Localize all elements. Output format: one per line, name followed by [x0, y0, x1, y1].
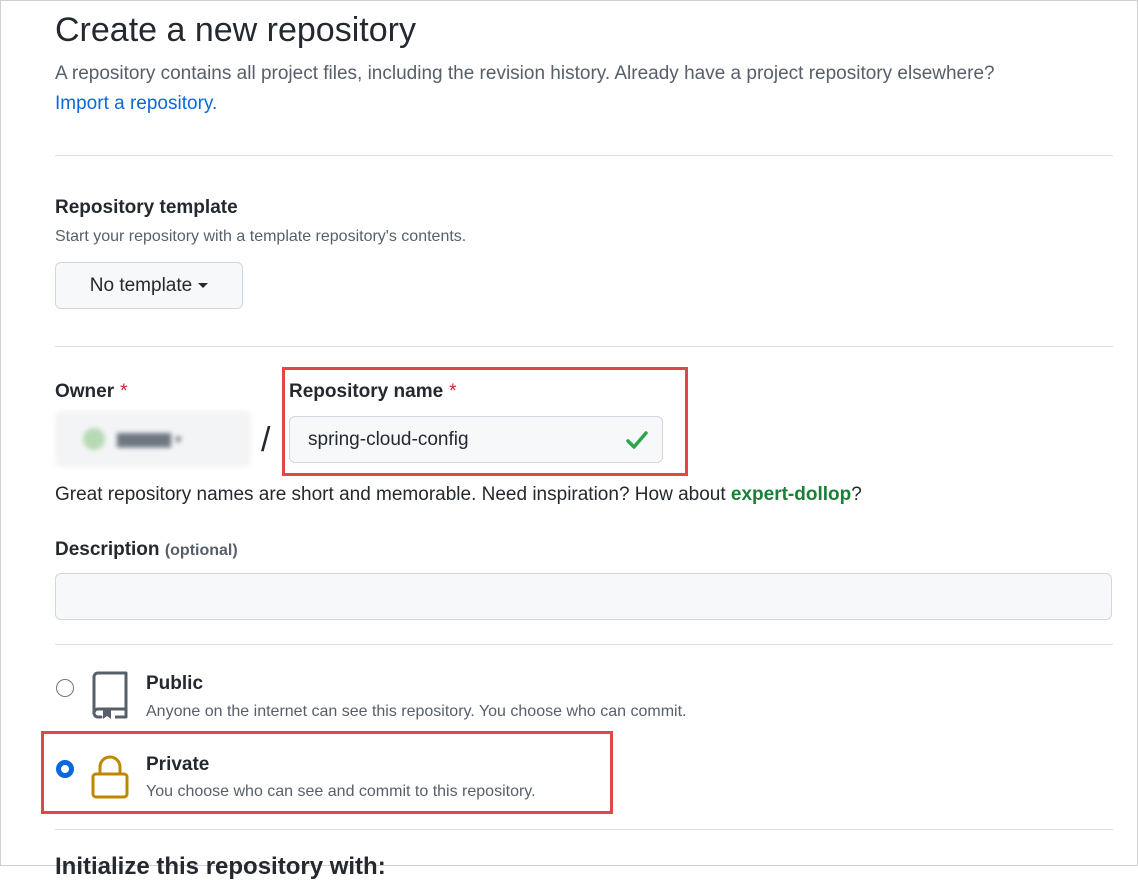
divider [55, 155, 1113, 156]
repo-book-icon [92, 671, 128, 719]
hint-end: ? [851, 484, 862, 505]
required-mark: * [449, 381, 457, 402]
description-input[interactable] [55, 573, 1112, 620]
private-label: Private [146, 754, 210, 775]
hint-text: Great repository names are short and mem… [55, 484, 731, 505]
public-radio[interactable] [56, 679, 74, 697]
description-label: Description (optional) [55, 539, 238, 561]
template-button-label: No template [89, 274, 193, 296]
required-mark: * [120, 381, 128, 402]
repo-name-input[interactable]: spring-cloud-config [289, 416, 663, 463]
public-note: Anyone on the internet can see this repo… [146, 703, 687, 720]
owner-repo-separator: / [261, 421, 271, 459]
owner-select[interactable]: ▇▇▇▇▇ ▾ [55, 411, 251, 467]
page-subtitle: A repository contains all project files,… [55, 63, 995, 84]
owner-label-text: Owner [55, 381, 115, 402]
repo-name-label-text: Repository name [289, 381, 444, 402]
template-note: Start your repository with a template re… [55, 228, 467, 245]
public-label: Public [146, 673, 204, 694]
repo-name-value: spring-cloud-config [308, 428, 469, 450]
page-title: Create a new repository [55, 11, 416, 49]
owner-name-blurred: ▇▇▇▇▇ ▾ [117, 430, 182, 447]
import-repository-link[interactable]: Import a repository. [55, 93, 217, 115]
template-dropdown-button[interactable]: No template [55, 262, 243, 309]
owner-label: Owner * [55, 381, 128, 403]
private-note: You choose who can see and commit to thi… [146, 783, 536, 800]
private-radio[interactable] [56, 760, 74, 778]
divider [55, 644, 1113, 645]
template-heading: Repository template [55, 197, 238, 218]
divider [55, 346, 1113, 347]
lock-icon [91, 755, 129, 799]
initialize-heading: Initialize this repository with: [55, 853, 386, 880]
name-suggestion-link[interactable]: expert-dollop [731, 484, 851, 505]
repo-name-hint: Great repository names are short and mem… [55, 484, 862, 506]
optional-note: (optional) [164, 542, 238, 559]
checkmark-icon [626, 431, 648, 449]
caret-down-icon [198, 283, 209, 288]
avatar [83, 428, 105, 450]
description-label-text: Description [55, 539, 160, 560]
repo-name-label: Repository name * [289, 381, 457, 403]
divider [55, 829, 1113, 830]
